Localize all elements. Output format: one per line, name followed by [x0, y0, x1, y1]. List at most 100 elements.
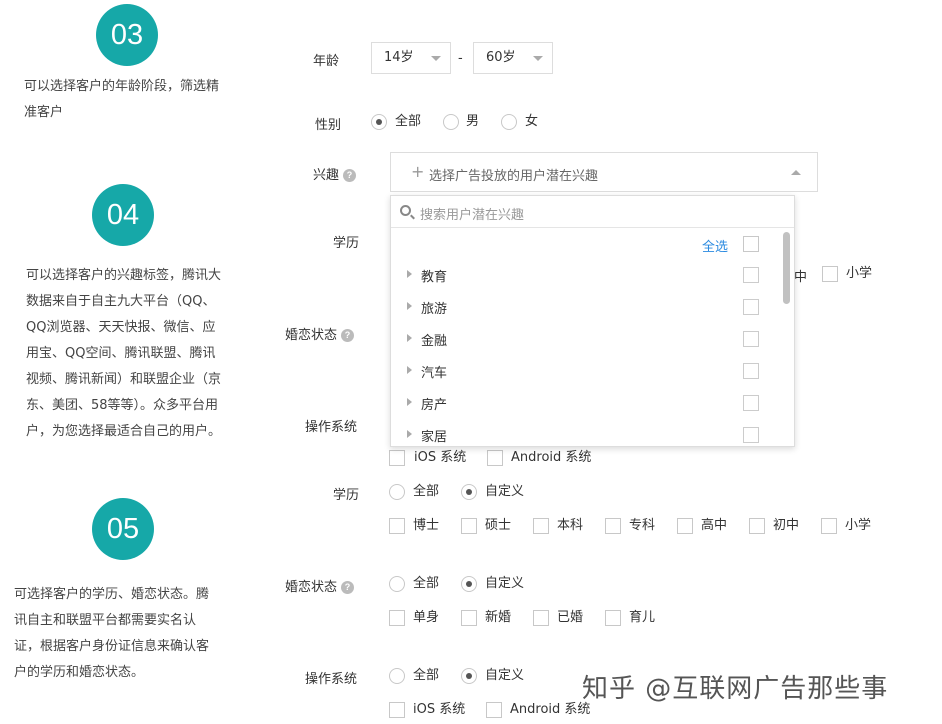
interest-item-checkbox[interactable]	[743, 363, 759, 379]
education-option-phd: 博士	[413, 518, 440, 533]
education-checkbox-primary[interactable]	[821, 518, 837, 534]
caret-right-icon[interactable]	[407, 366, 412, 374]
caret-right-icon[interactable]	[407, 334, 412, 342]
education-checkbox-phd[interactable]	[389, 518, 405, 534]
os-label: 操作系统	[305, 672, 358, 687]
os-radio-all[interactable]	[389, 668, 405, 684]
desc-line: 东、美团、58等等）。众多平台用	[26, 398, 219, 413]
education-label: 学历	[333, 488, 360, 503]
marital-checkbox-married[interactable]	[533, 610, 549, 626]
interest-item[interactable]: 房产	[391, 387, 771, 419]
education-option-master: 硕士	[485, 518, 512, 533]
os-mode-custom: 自定义	[485, 668, 525, 683]
os-radio-custom[interactable]	[461, 668, 477, 684]
interest-item[interactable]: 旅游	[391, 291, 771, 323]
gender-radio-all[interactable]	[371, 114, 387, 130]
step-04-description: 可以选择客户的兴趣标签，腾讯大 数据来自于自主九大平台（QQ、 QQ浏览器、天天…	[26, 263, 256, 445]
os-checkbox-android[interactable]	[486, 702, 502, 718]
age-label: 年龄	[313, 54, 340, 69]
step-05-description: 可选择客户的学历、婚恋状态。腾 讯自主和联盟平台都需要实名认 证，根据客户身份证…	[14, 582, 254, 686]
age-min-value: 14岁	[384, 50, 414, 65]
interest-item-checkbox[interactable]	[743, 299, 759, 315]
education-checkbox-primary-behind[interactable]	[822, 266, 838, 282]
dropdown-scrollbar[interactable]	[783, 232, 790, 304]
desc-line: 可选择客户的学历、婚恋状态。腾	[14, 587, 210, 602]
caret-right-icon[interactable]	[407, 398, 412, 406]
marital-radio-custom[interactable]	[461, 576, 477, 592]
desc-line: 户的学历和婚恋状态。	[14, 665, 145, 680]
select-all-link[interactable]: 全选	[702, 236, 728, 255]
chevron-down-icon	[431, 56, 441, 61]
os-checkbox-ios[interactable]	[389, 702, 405, 718]
interest-item-checkbox[interactable]	[743, 395, 759, 411]
gender-option-male: 男	[466, 114, 480, 129]
desc-line: QQ浏览器、天天快报、微信、应	[26, 320, 216, 335]
os-checkbox-android-behind[interactable]	[487, 450, 503, 466]
gender-radio-male[interactable]	[443, 114, 459, 130]
age-max-value: 60岁	[486, 50, 516, 65]
interest-item-label: 房产	[421, 398, 448, 413]
os-label-behind: 操作系统	[305, 420, 358, 435]
desc-line: 证，根据客户身份证信息来确认客	[14, 639, 210, 654]
interest-item-label: 教育	[421, 270, 448, 285]
interest-search-input[interactable]: 搜索用户潜在兴趣	[391, 196, 794, 228]
interest-label: 兴趣?	[313, 164, 357, 183]
help-icon[interactable]: ?	[341, 581, 355, 594]
desc-line: 数据来自于自主九大平台（QQ、	[26, 294, 216, 309]
marital-radio-all[interactable]	[389, 576, 405, 592]
marital-option-single: 单身	[413, 610, 440, 625]
age-max-select[interactable]: 60岁	[473, 42, 553, 74]
chevron-down-icon	[533, 56, 543, 61]
interest-item[interactable]: 汽车	[391, 355, 771, 387]
education-option-partial: 中	[794, 270, 808, 285]
education-radio-all[interactable]	[389, 484, 405, 500]
education-option-primary: 小学	[845, 518, 872, 533]
education-radio-custom[interactable]	[461, 484, 477, 500]
education-checkbox-bachelor[interactable]	[533, 518, 549, 534]
interest-item-label: 旅游	[421, 302, 448, 317]
interest-item-checkbox[interactable]	[743, 427, 759, 443]
age-separator: -	[458, 51, 463, 66]
os-mode-all: 全部	[413, 668, 440, 683]
gender-option-female: 女	[525, 114, 539, 129]
education-option-primary-behind: 小学	[846, 266, 873, 281]
os-option-ios: iOS 系统	[413, 702, 466, 717]
search-icon	[400, 205, 411, 216]
interest-item[interactable]: 教育	[391, 259, 771, 291]
education-checkbox-high-school[interactable]	[677, 518, 693, 534]
education-checkbox-middle-school[interactable]	[749, 518, 765, 534]
marital-checkbox-newlywed[interactable]	[461, 610, 477, 626]
marital-label-text: 婚恋状态	[285, 580, 338, 595]
interest-item[interactable]: 家居	[391, 419, 771, 447]
caret-right-icon[interactable]	[407, 302, 412, 310]
plus-icon: +	[411, 162, 425, 181]
education-checkbox-master[interactable]	[461, 518, 477, 534]
interest-item-label: 汽车	[421, 366, 448, 381]
help-icon[interactable]: ?	[343, 169, 357, 182]
marital-checkbox-single[interactable]	[389, 610, 405, 626]
interest-item-label: 金融	[421, 334, 448, 349]
education-mode-custom: 自定义	[485, 484, 525, 499]
interest-dropdown: 搜索用户潜在兴趣 全选 教育 旅游 金融 汽车 房产 家居	[390, 195, 795, 447]
marital-checkbox-parenting[interactable]	[605, 610, 621, 626]
education-checkbox-college[interactable]	[605, 518, 621, 534]
gender-radio-female[interactable]	[501, 114, 517, 130]
interest-select[interactable]: + 选择广告投放的用户潜在兴趣	[390, 152, 818, 192]
age-min-select[interactable]: 14岁	[371, 42, 451, 74]
watermark-text: 知乎 @互联网广告那些事	[582, 674, 889, 704]
marital-option-newlywed: 新婚	[485, 610, 512, 625]
chevron-up-icon	[791, 170, 801, 175]
gender-label: 性别	[315, 118, 342, 133]
interest-item[interactable]: 金融	[391, 323, 771, 355]
os-checkbox-ios-behind[interactable]	[389, 450, 405, 466]
help-icon[interactable]: ?	[341, 329, 355, 342]
os-option-android: Android 系统	[510, 702, 591, 717]
caret-right-icon[interactable]	[407, 430, 412, 438]
select-all-checkbox[interactable]	[743, 236, 759, 252]
caret-right-icon[interactable]	[407, 270, 412, 278]
desc-line: 用宝、QQ空间、腾讯联盟、腾讯	[26, 346, 216, 361]
marital-mode-all: 全部	[413, 576, 440, 591]
interest-item-checkbox[interactable]	[743, 267, 759, 283]
interest-item-checkbox[interactable]	[743, 331, 759, 347]
os-option-ios-behind: iOS 系统	[414, 450, 467, 465]
